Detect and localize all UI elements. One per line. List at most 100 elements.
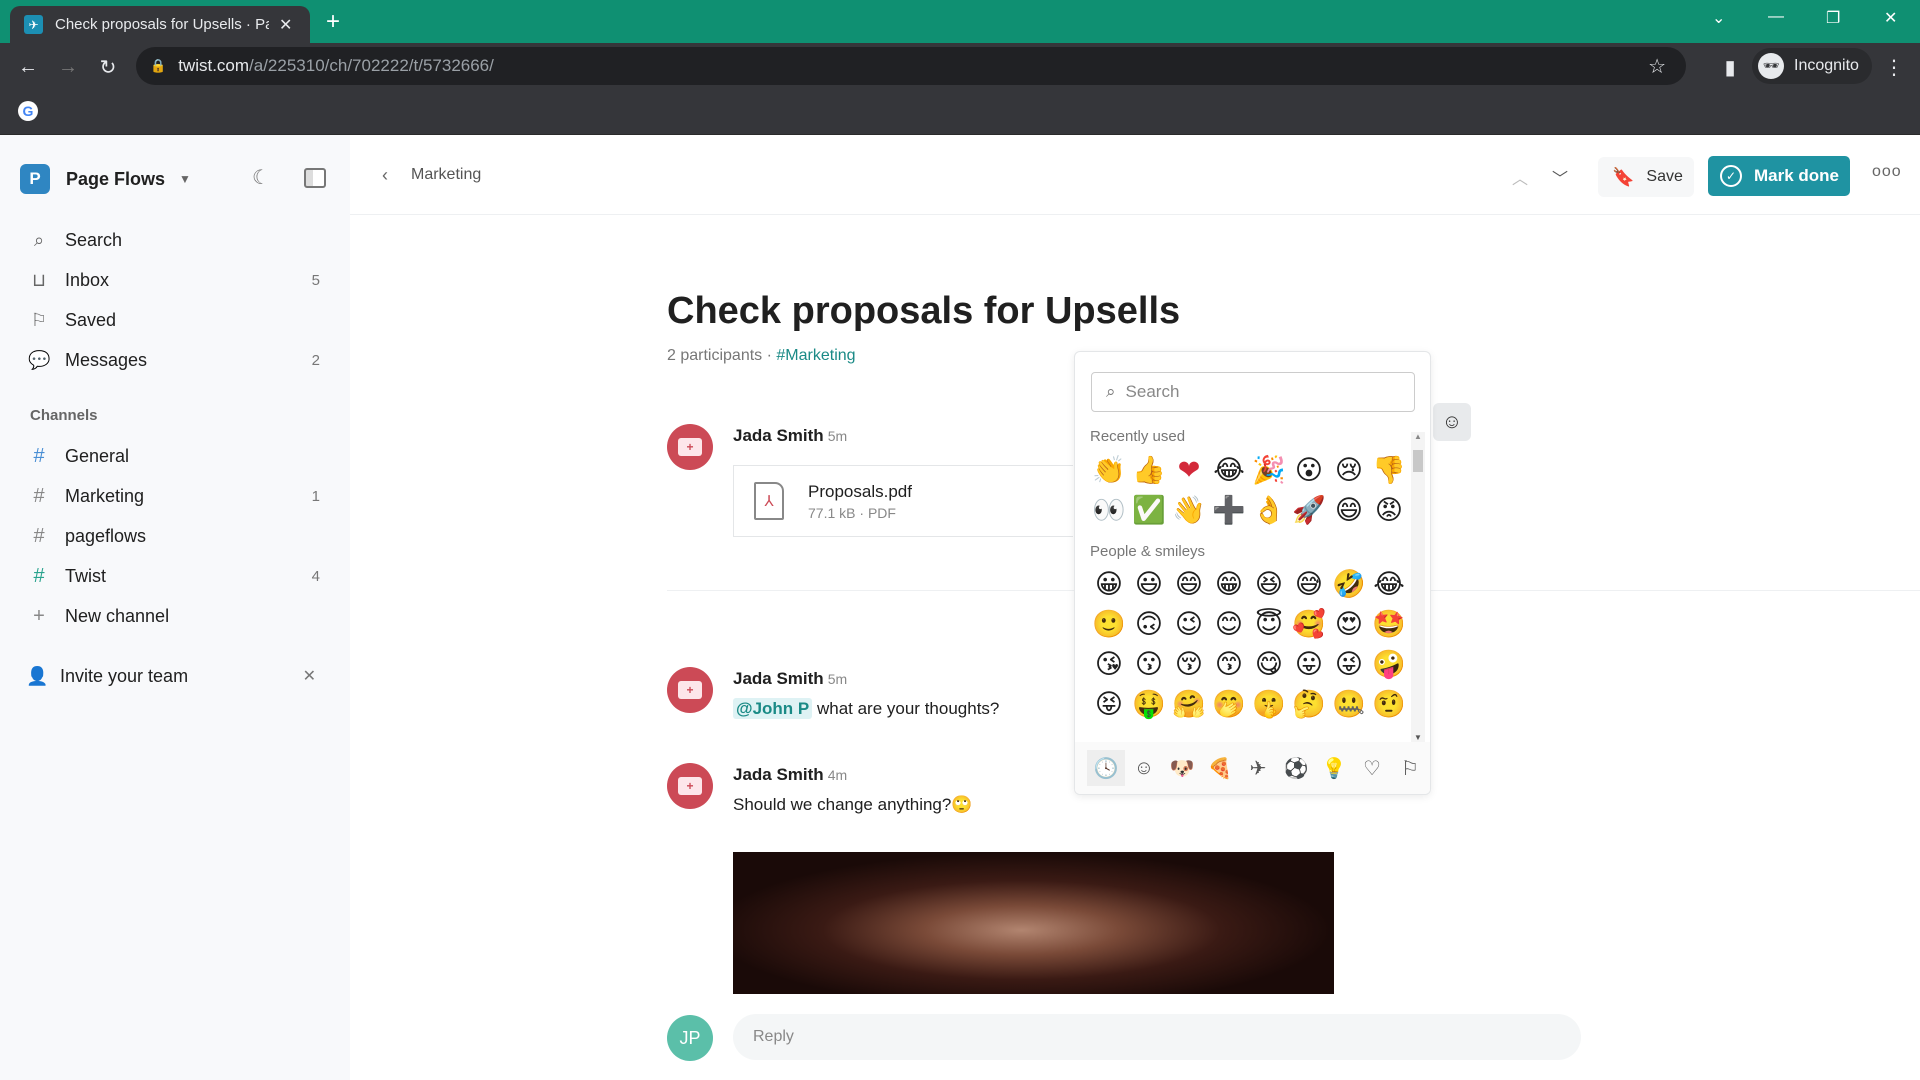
- emoji-item[interactable]: 😁: [1209, 564, 1249, 604]
- emoji-item[interactable]: 🤗: [1169, 684, 1209, 724]
- scroll-up-icon[interactable]: ▲: [1414, 432, 1422, 441]
- scroll-down-icon[interactable]: ▼: [1414, 733, 1422, 742]
- participants-count[interactable]: 2 participants: [667, 347, 762, 364]
- sidebar-channel-twist[interactable]: # Twist 4: [28, 559, 324, 593]
- reply-input[interactable]: Reply: [733, 1014, 1581, 1060]
- file-attachment[interactable]: ⅄ Proposals.pdf 77.1 kB · PDF: [733, 465, 1073, 537]
- close-tab-icon[interactable]: ✕: [279, 15, 292, 35]
- emoji-item[interactable]: 😄: [1169, 564, 1209, 604]
- emoji-item[interactable]: 🤨: [1369, 684, 1409, 724]
- moon-icon[interactable]: ☾: [252, 165, 270, 190]
- add-reaction-button[interactable]: ☺: [1433, 403, 1471, 441]
- emoji-item[interactable]: 🤑: [1129, 684, 1169, 724]
- browser-menu-icon[interactable]: ⋮: [1880, 53, 1908, 81]
- emoji-item[interactable]: 🤭: [1209, 684, 1249, 724]
- mark-done-button[interactable]: ✓ Mark done: [1708, 156, 1850, 196]
- emoji-cry[interactable]: 😢: [1329, 450, 1369, 490]
- avatar[interactable]: +: [667, 424, 713, 470]
- emoji-item[interactable]: 🤔: [1289, 684, 1329, 724]
- sidebar-item-search[interactable]: ⌕ Search: [28, 223, 324, 257]
- back-chevron-icon[interactable]: ‹: [382, 165, 388, 186]
- emoji-item[interactable]: 😗: [1129, 644, 1169, 684]
- symbols-icon[interactable]: ♡: [1353, 750, 1391, 786]
- emoji-item[interactable]: 😛: [1289, 644, 1329, 684]
- emoji-item[interactable]: 😝: [1089, 684, 1129, 724]
- dismiss-invite-icon[interactable]: ✕: [303, 666, 316, 686]
- emoji-item[interactable]: 😀: [1089, 564, 1129, 604]
- emoji-item[interactable]: 😍: [1329, 604, 1369, 644]
- emoji-item[interactable]: 😙: [1209, 644, 1249, 684]
- emoji-rage[interactable]: 😡: [1369, 490, 1409, 530]
- animal-icon[interactable]: 🐶: [1163, 750, 1201, 786]
- minimize-button[interactable]: —: [1768, 8, 1784, 26]
- emoji-scrollbar[interactable]: ▲ ▼: [1411, 432, 1425, 742]
- emoji-item[interactable]: 😉: [1169, 604, 1209, 644]
- invite-team-button[interactable]: 👤 Invite your team ✕: [26, 659, 322, 693]
- emoji-item[interactable]: 🙃: [1129, 604, 1169, 644]
- author-name[interactable]: Jada Smith: [733, 426, 824, 445]
- emoji-check-mark[interactable]: ✅: [1129, 490, 1169, 530]
- emoji-item[interactable]: 🤪: [1369, 644, 1409, 684]
- emoji-item[interactable]: 😂: [1369, 564, 1409, 604]
- address-bar[interactable]: 🔒 twist.com/a/225310/ch/702222/t/5732666…: [136, 47, 1686, 85]
- avatar[interactable]: +: [667, 667, 713, 713]
- sidebar-item-saved[interactable]: ⚐ Saved: [28, 303, 324, 337]
- emoji-eyes[interactable]: 👀: [1089, 490, 1129, 530]
- reload-icon[interactable]: ↻: [94, 53, 122, 81]
- emoji-joy[interactable]: 😂: [1209, 450, 1249, 490]
- emoji-ok-hand[interactable]: 👌: [1249, 490, 1289, 530]
- flags-icon[interactable]: ⚐: [1391, 750, 1429, 786]
- smiley-icon[interactable]: ☺: [1125, 750, 1163, 786]
- emoji-search-input[interactable]: [1125, 382, 1386, 402]
- emoji-item[interactable]: 😘: [1089, 644, 1129, 684]
- emoji-heart[interactable]: ❤: [1169, 450, 1209, 490]
- objects-icon[interactable]: 💡: [1315, 750, 1353, 786]
- emoji-item[interactable]: 🤣: [1329, 564, 1369, 604]
- emoji-smile[interactable]: 😄: [1329, 490, 1369, 530]
- emoji-item[interactable]: 😜: [1329, 644, 1369, 684]
- scroll-thumb[interactable]: [1413, 450, 1423, 472]
- emoji-item[interactable]: 😊: [1209, 604, 1249, 644]
- sidebar-toggle-icon[interactable]: [304, 168, 326, 188]
- tab-search-icon[interactable]: ⌄: [1712, 8, 1725, 28]
- next-thread-icon[interactable]: ﹀: [1552, 165, 1568, 189]
- sidebar-channel-marketing[interactable]: # Marketing 1: [28, 479, 324, 513]
- emoji-item[interactable]: 😇: [1249, 604, 1289, 644]
- recent-icon[interactable]: 🕓: [1087, 750, 1125, 786]
- channel-link[interactable]: #Marketing: [776, 347, 855, 364]
- restore-button[interactable]: ❐: [1826, 8, 1840, 28]
- emoji-item[interactable]: 😅: [1289, 564, 1329, 604]
- bookmark-star-icon[interactable]: ☆: [1648, 54, 1666, 79]
- sidebar-channel-pageflows[interactable]: # pageflows: [28, 519, 324, 553]
- emoji-open-mouth[interactable]: 😮: [1289, 450, 1329, 490]
- emoji-thumbs-down[interactable]: 👎: [1369, 450, 1409, 490]
- browser-tab[interactable]: ✈ Check proposals for Upsells · Page Flo…: [10, 6, 310, 43]
- gif-image[interactable]: [733, 852, 1334, 994]
- emoji-item[interactable]: 😋: [1249, 644, 1289, 684]
- food-icon[interactable]: 🍕: [1201, 750, 1239, 786]
- new-channel-button[interactable]: + New channel: [28, 599, 324, 633]
- previous-thread-icon[interactable]: ︿: [1512, 165, 1528, 189]
- save-button[interactable]: 🔖 Save: [1598, 157, 1694, 197]
- forward-icon[interactable]: →: [54, 53, 82, 81]
- new-tab-button[interactable]: +: [326, 8, 340, 36]
- author-name[interactable]: Jada Smith: [733, 765, 824, 784]
- incognito-profile[interactable]: 🕶 Incognito: [1752, 48, 1872, 84]
- user-mention[interactable]: @John P: [733, 698, 813, 719]
- back-icon[interactable]: ←: [14, 53, 42, 81]
- emoji-item[interactable]: 😚: [1169, 644, 1209, 684]
- emoji-thumbs-up[interactable]: 👍: [1129, 450, 1169, 490]
- emoji-clap[interactable]: 👏: [1089, 450, 1129, 490]
- emoji-item[interactable]: 😆: [1249, 564, 1289, 604]
- google-icon[interactable]: G: [18, 101, 38, 121]
- emoji-plus[interactable]: ➕: [1209, 490, 1249, 530]
- emoji-wave[interactable]: 👋: [1169, 490, 1209, 530]
- close-window-button[interactable]: ✕: [1884, 8, 1897, 28]
- sidebar-channel-general[interactable]: # General: [28, 439, 324, 473]
- emoji-item[interactable]: 🤫: [1249, 684, 1289, 724]
- emoji-item[interactable]: 😃: [1129, 564, 1169, 604]
- travel-icon[interactable]: ✈: [1239, 750, 1277, 786]
- author-name[interactable]: Jada Smith: [733, 669, 824, 688]
- emoji-rocket[interactable]: 🚀: [1289, 490, 1329, 530]
- workspace-switcher[interactable]: P Page Flows ▼ ☾: [20, 163, 330, 195]
